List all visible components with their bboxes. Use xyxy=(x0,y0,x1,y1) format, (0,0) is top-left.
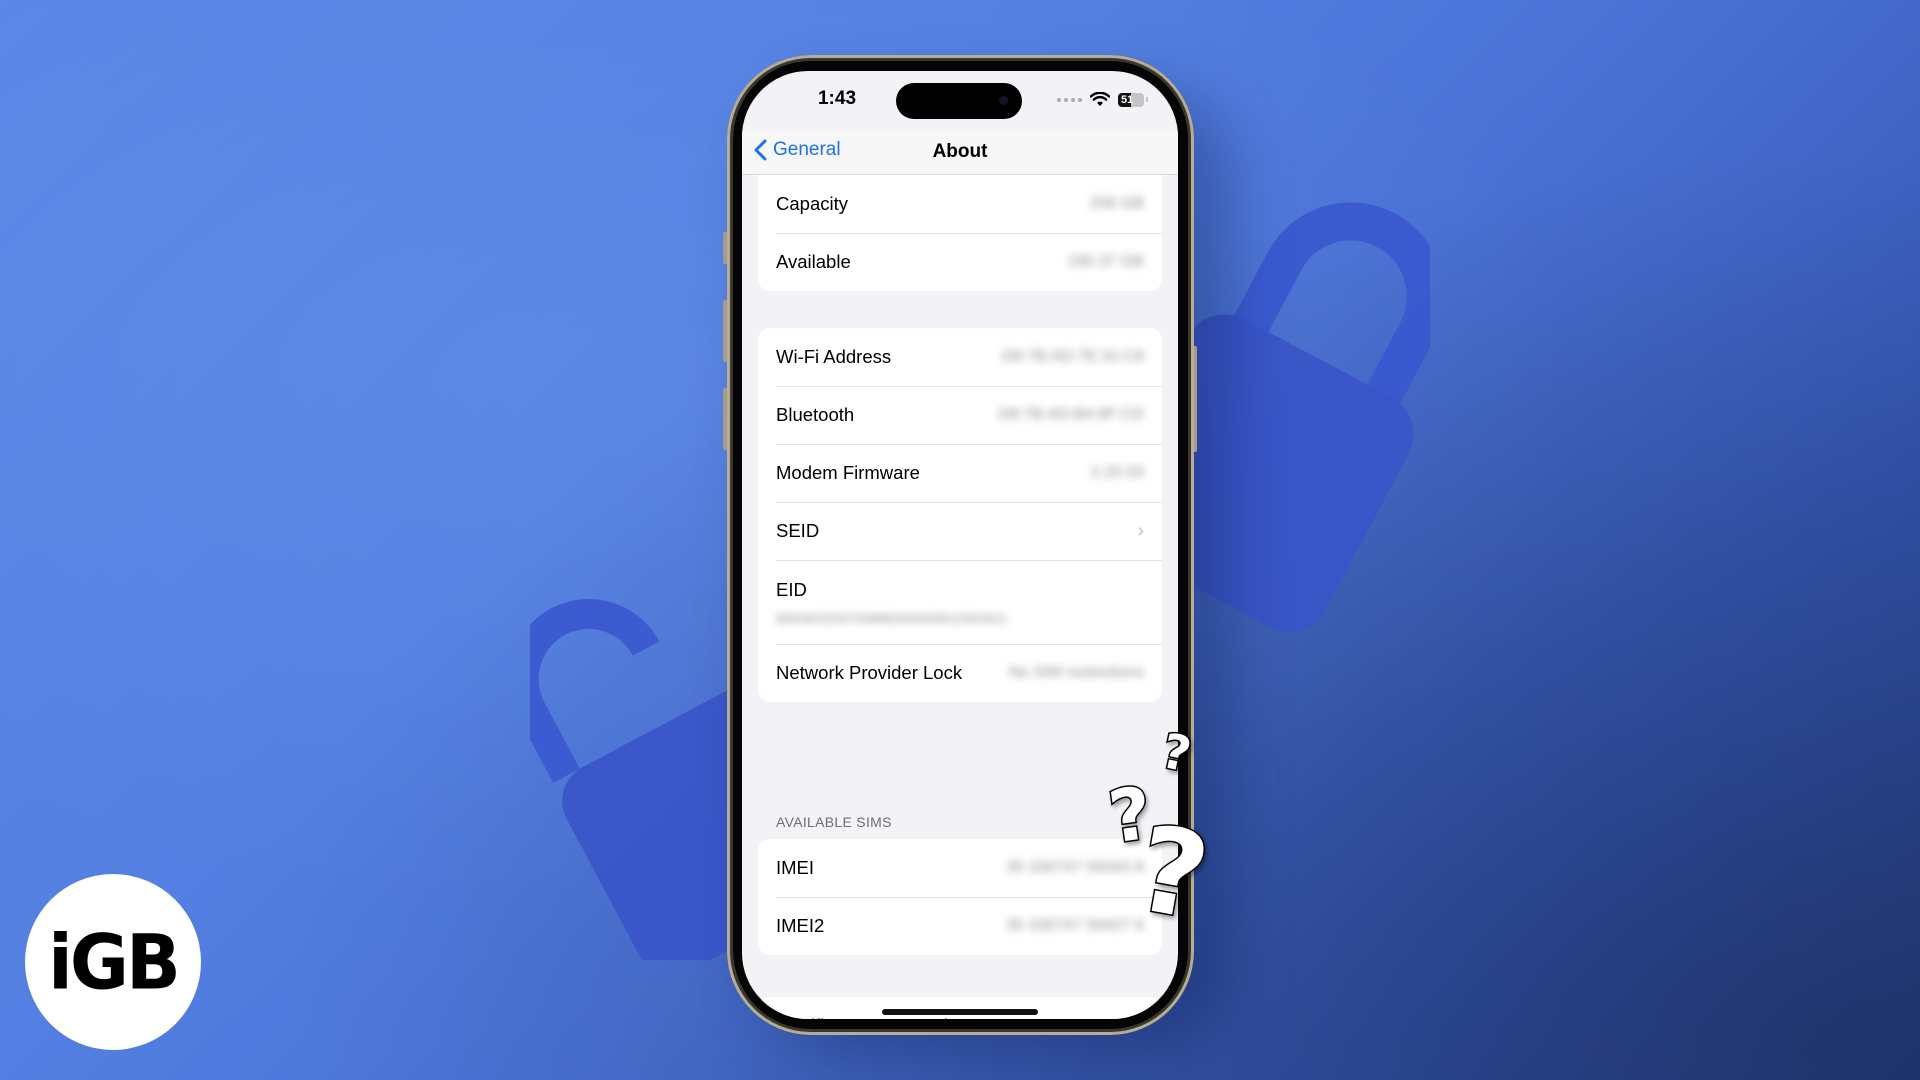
row-value-blurred: 89049032007008882600009612563421 xyxy=(776,610,1008,626)
front-camera xyxy=(999,96,1008,105)
status-time: 1:43 xyxy=(817,88,857,109)
row-label: Network Provider Lock xyxy=(776,662,963,683)
row-value-blurred: No SIM restrictions xyxy=(1008,664,1144,681)
row-label: IMEI2 xyxy=(776,915,825,936)
list-item-wifi-address: Wi-Fi Address D8:7B:AD:7E:31:C8 xyxy=(758,328,1162,386)
row-label: Bluetooth xyxy=(776,404,855,425)
chevron-right-icon: › xyxy=(1137,519,1144,542)
row-value-blurred: 2.20.03 xyxy=(1090,464,1144,481)
battery-icon: 51 xyxy=(1118,92,1144,107)
home-indicator[interactable] xyxy=(882,1009,1038,1015)
list-item-bluetooth: Bluetooth D8:7B:AD:B4:9F:CD xyxy=(758,386,1162,444)
network-group: Wi-Fi Address D8:7B:AD:7E:31:C8 Bluetoot… xyxy=(758,328,1162,702)
navigation-bar: General About xyxy=(742,131,1178,175)
list-item-network-provider-lock: Network Provider Lock No SIM restriction… xyxy=(758,644,1162,702)
list-item-modem-firmware: Modem Firmware 2.20.03 xyxy=(758,444,1162,502)
list-item-certificate-trust-settings[interactable]: Certificate Trust Settings › xyxy=(758,997,1162,1020)
section-header-available-sims: AVAILABLE SIMS xyxy=(776,814,892,830)
row-value-blurred: 190.37 GB xyxy=(1067,253,1145,270)
row-label: Available xyxy=(776,251,851,272)
battery-level: 51 xyxy=(1121,93,1134,106)
row-label: Modem Firmware xyxy=(776,462,920,483)
question-marks-icon: ? ? ? xyxy=(1102,725,1220,925)
igb-logo: iGB xyxy=(25,874,201,1050)
list-item-eid: EID 89049032007008882600009612563421 xyxy=(758,560,1162,644)
question-mark-small: ? xyxy=(1157,725,1196,784)
row-value-blurred: D8:7B:AD:7E:31:C8 xyxy=(1001,348,1144,365)
row-label: Certificate Trust Settings xyxy=(776,1015,978,1019)
certificate-group: Certificate Trust Settings › xyxy=(758,997,1162,1019)
battery-tip xyxy=(1146,97,1148,102)
row-label: IMEI xyxy=(776,857,815,878)
logo-text: iGB xyxy=(48,917,181,1007)
row-value-blurred: 256 GB xyxy=(1089,195,1144,212)
row-label: SEID xyxy=(776,520,820,541)
status-icons: 51 xyxy=(1057,92,1148,107)
dynamic-island xyxy=(896,83,1022,119)
wifi-icon xyxy=(1090,92,1110,106)
list-item-available: Available 190.37 GB xyxy=(758,233,1162,291)
row-label: Wi-Fi Address xyxy=(776,346,892,367)
list-item-capacity: Capacity 256 GB xyxy=(758,175,1162,233)
row-label: EID xyxy=(776,578,807,600)
list-item-seid[interactable]: SEID › xyxy=(758,502,1162,560)
cellular-dots-icon xyxy=(1057,97,1082,102)
storage-group: Capacity 256 GB Available 190.37 GB xyxy=(758,175,1162,291)
page-title: About xyxy=(932,141,988,162)
row-value-blurred: D8:7B:AD:B4:9F:CD xyxy=(998,406,1144,423)
row-label: Capacity xyxy=(776,193,848,214)
chevron-right-icon: › xyxy=(1137,1015,1144,1020)
